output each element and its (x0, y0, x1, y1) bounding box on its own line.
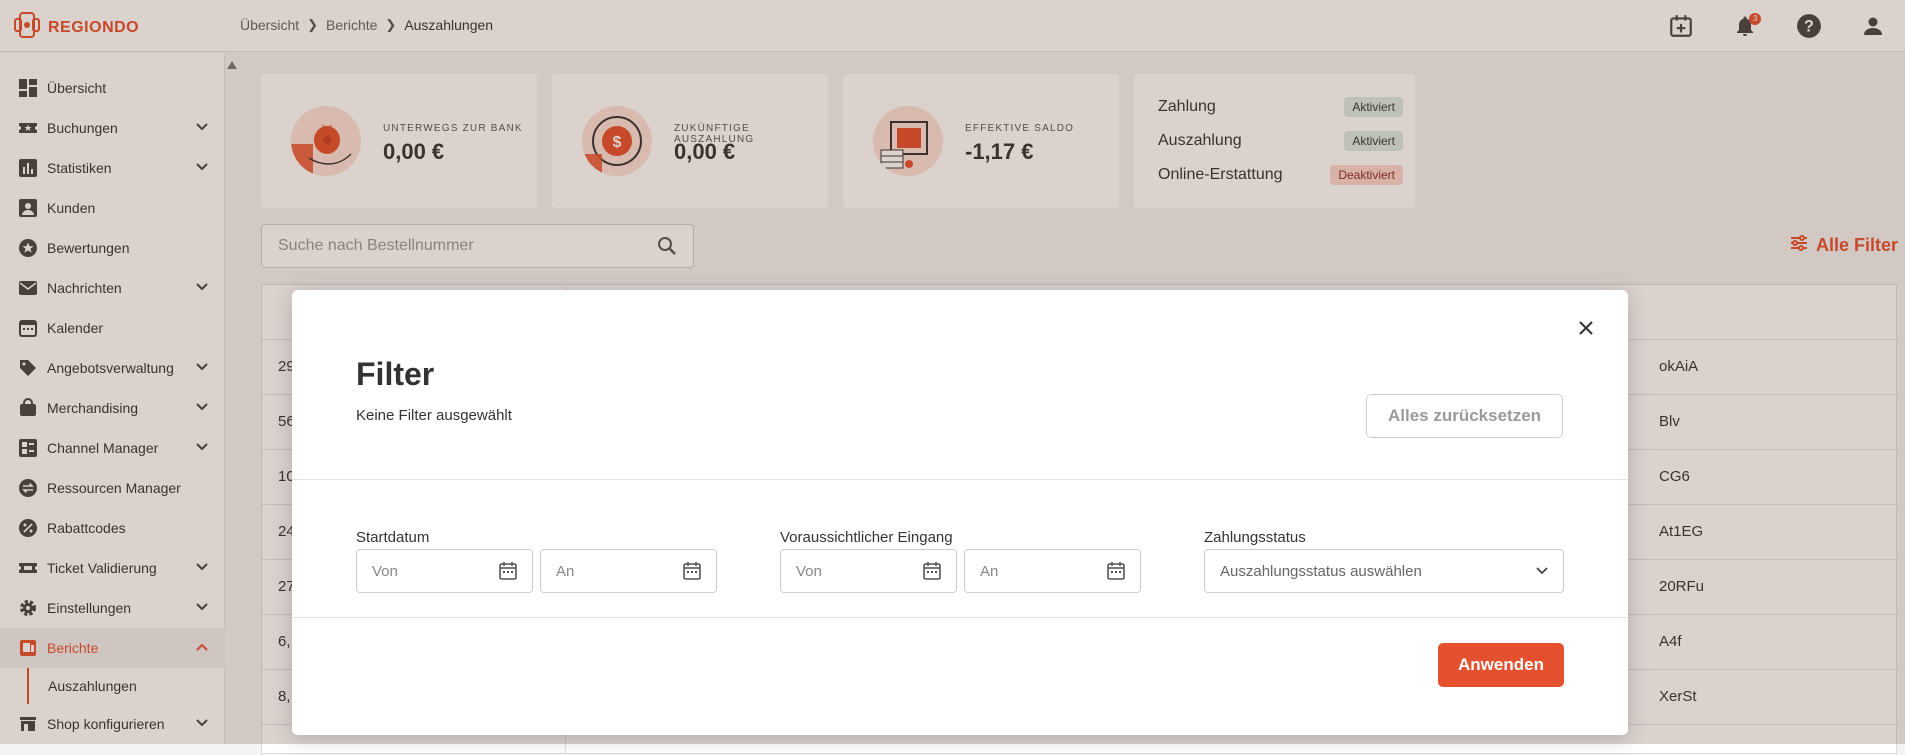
start-date-to-input[interactable]: An (540, 549, 717, 593)
date-placeholder: Von (372, 562, 398, 580)
calendar-icon[interactable] (1106, 561, 1126, 585)
divider (292, 617, 1628, 618)
calendar-icon[interactable] (498, 561, 518, 585)
start-date-label: Startdatum (356, 529, 430, 546)
select-placeholder: Auszahlungsstatus auswählen (1220, 562, 1422, 580)
modal-title: Filter (356, 356, 435, 392)
payment-status-label: Zahlungsstatus (1204, 529, 1306, 546)
reset-all-button[interactable]: Alles zurücksetzen (1366, 394, 1563, 438)
date-placeholder: Von (796, 562, 822, 580)
filter-modal: Filter Keine Filter ausgewählt Alles zur… (292, 290, 1628, 735)
calendar-icon[interactable] (922, 561, 942, 585)
arrival-from-input[interactable]: Von (780, 549, 957, 593)
start-date-from-input[interactable]: Von (356, 549, 533, 593)
arrival-to-input[interactable]: An (964, 549, 1141, 593)
divider (292, 479, 1628, 480)
chevron-down-icon (1535, 564, 1549, 582)
modal-subtitle: Keine Filter ausgewählt (356, 407, 512, 424)
apply-button[interactable]: Anwenden (1438, 643, 1564, 687)
close-icon[interactable] (1574, 316, 1598, 340)
calendar-icon[interactable] (682, 561, 702, 585)
expected-arrival-label: Voraussichtlicher Eingang (780, 529, 953, 546)
date-placeholder: An (980, 562, 999, 580)
payout-status-select[interactable]: Auszahlungsstatus auswählen (1204, 549, 1564, 593)
date-placeholder: An (556, 562, 575, 580)
